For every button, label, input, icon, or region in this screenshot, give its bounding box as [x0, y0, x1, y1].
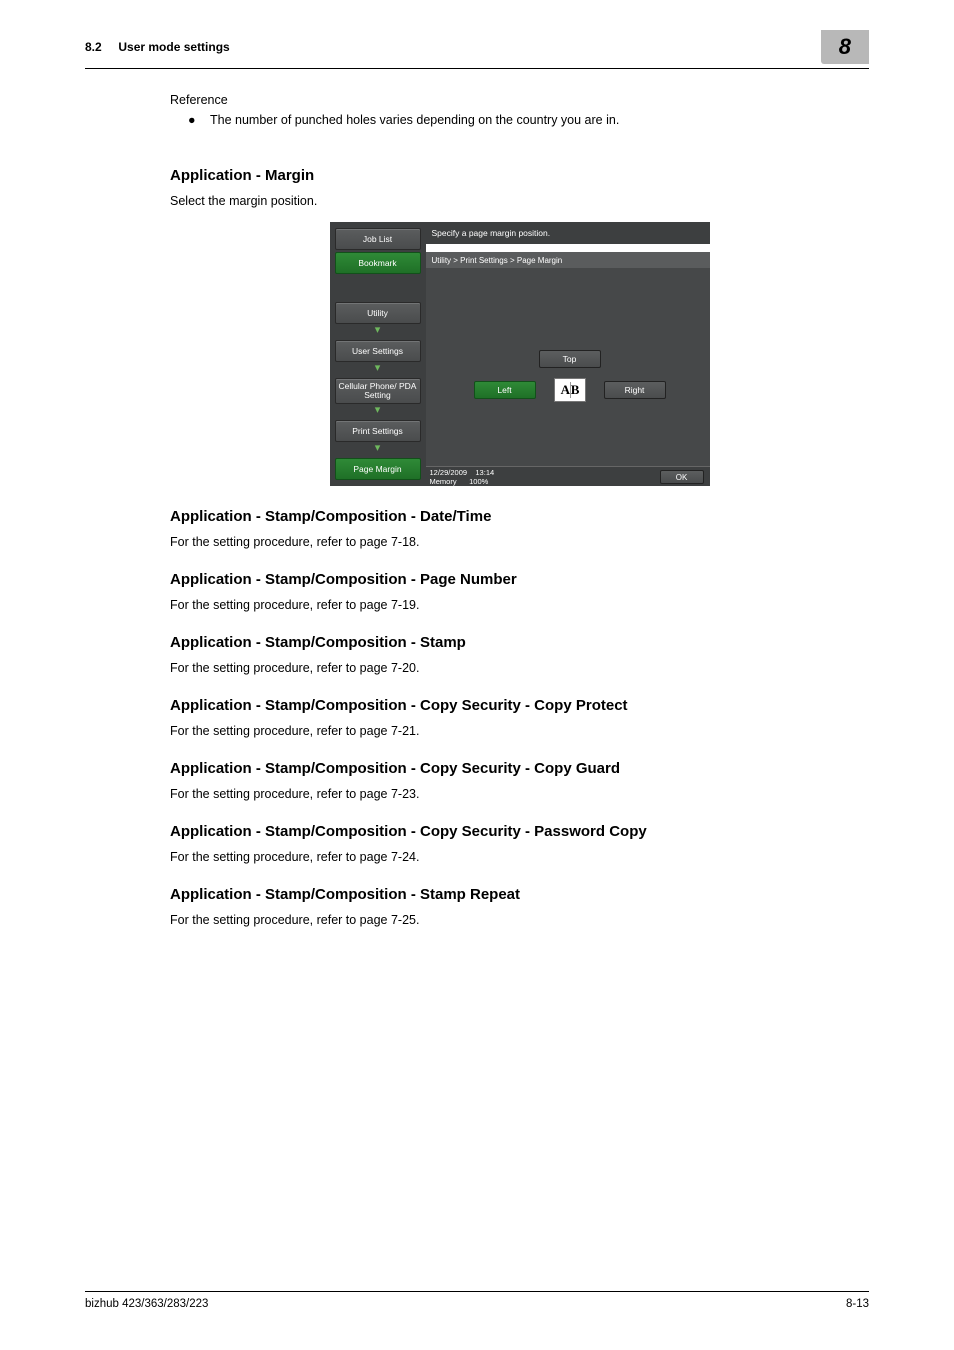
ui-status-bar: 12/29/2009 13:14 Memory 100% OK — [426, 466, 710, 486]
ui-instruction-bar: Specify a page margin position. — [426, 222, 710, 244]
chapter-number: 8 — [839, 34, 851, 59]
reference-bullet-row: ● The number of punched holes varies dep… — [188, 113, 869, 145]
body-passwordcopy: For the setting procedure, refer to page… — [170, 850, 869, 864]
heading-passwordcopy: Application - Stamp/Composition - Copy S… — [170, 823, 869, 840]
running-head-left: 8.2 User mode settings — [85, 40, 230, 54]
chapter-badge: 8 — [821, 30, 869, 64]
section-title: User mode settings — [118, 40, 229, 54]
section-application-margin: Application - Margin Select the margin p… — [170, 167, 869, 486]
nav-arrow-1: ▾ — [375, 326, 381, 338]
footer-rule — [85, 1291, 869, 1292]
body-copyprotect: For the setting procedure, refer to page… — [170, 724, 869, 738]
status-date-block: 12/29/2009 13:14 Memory 100% — [430, 468, 495, 486]
ui-nav-column: Job List Bookmark Utility ▾ User Setting… — [330, 222, 426, 486]
status-memory-label: Memory — [430, 477, 457, 486]
section-number: 8.2 — [85, 40, 102, 54]
reference-text: The number of punched holes varies depen… — [210, 113, 619, 127]
margin-preview-icon: A B — [554, 378, 586, 402]
ui-options-area: Top Left Right A B — [426, 268, 710, 466]
nav-job-list[interactable]: Job List — [335, 228, 421, 250]
nav-bookmark[interactable]: Bookmark — [335, 252, 421, 274]
heading-stamprepeat: Application - Stamp/Composition - Stamp … — [170, 886, 869, 903]
section-copyprotect: Application - Stamp/Composition - Copy S… — [170, 697, 869, 738]
heading-stamp: Application - Stamp/Composition - Stamp — [170, 634, 869, 651]
bullet-icon: ● — [188, 113, 210, 127]
ui-separator — [426, 244, 710, 252]
heading-pagenum: Application - Stamp/Composition - Page N… — [170, 571, 869, 588]
page-header: 8.2 User mode settings 8 — [0, 0, 954, 64]
section-stamp: Application - Stamp/Composition - Stamp … — [170, 634, 869, 675]
heading-copyguard: Application - Stamp/Composition - Copy S… — [170, 760, 869, 777]
body-stamprepeat: For the setting procedure, refer to page… — [170, 913, 869, 927]
footer-row: bizhub 423/363/283/223 8-13 — [85, 1298, 869, 1310]
reference-label: Reference — [170, 93, 869, 107]
body-margin: Select the margin position. — [170, 194, 869, 208]
ok-button[interactable]: OK — [660, 470, 704, 484]
nav-arrow-4: ▾ — [375, 444, 381, 456]
option-left[interactable]: Left — [474, 381, 536, 399]
nav-utility[interactable]: Utility — [335, 302, 421, 324]
nav-page-margin[interactable]: Page Margin — [335, 458, 421, 480]
heading-datetime: Application - Stamp/Composition - Date/T… — [170, 508, 869, 525]
device-ui-screenshot: Job List Bookmark Utility ▾ User Setting… — [330, 222, 710, 486]
option-top[interactable]: Top — [539, 350, 601, 368]
nav-print-settings[interactable]: Print Settings — [335, 420, 421, 442]
section-copyguard: Application - Stamp/Composition - Copy S… — [170, 760, 869, 801]
heading-margin: Application - Margin — [170, 167, 869, 184]
status-date: 12/29/2009 — [430, 468, 468, 477]
ui-main-column: Specify a page margin position. Utility … — [426, 222, 710, 486]
section-passwordcopy: Application - Stamp/Composition - Copy S… — [170, 823, 869, 864]
ui-breadcrumb: Utility > Print Settings > Page Margin — [426, 252, 710, 268]
nav-user-settings[interactable]: User Settings — [335, 340, 421, 362]
option-right[interactable]: Right — [604, 381, 666, 399]
nav-arrow-3: ▾ — [375, 406, 381, 418]
nav-arrow-2: ▾ — [375, 364, 381, 376]
heading-copyprotect: Application - Stamp/Composition - Copy S… — [170, 697, 869, 714]
body-pagenum: For the setting procedure, refer to page… — [170, 598, 869, 612]
footer-page-number: 8-13 — [846, 1298, 869, 1310]
body-copyguard: For the setting procedure, refer to page… — [170, 787, 869, 801]
section-datetime: Application - Stamp/Composition - Date/T… — [170, 508, 869, 549]
nav-cellular-pda[interactable]: Cellular Phone/ PDA Setting — [335, 378, 421, 404]
body-datetime: For the setting procedure, refer to page… — [170, 535, 869, 549]
footer-model: bizhub 423/363/283/223 — [85, 1298, 208, 1310]
page-content: Reference ● The number of punched holes … — [0, 69, 954, 927]
body-stamp: For the setting procedure, refer to page… — [170, 661, 869, 675]
page-footer: bizhub 423/363/283/223 8-13 — [85, 1291, 869, 1310]
section-stamprepeat: Application - Stamp/Composition - Stamp … — [170, 886, 869, 927]
section-pagenum: Application - Stamp/Composition - Page N… — [170, 571, 869, 612]
status-memory-value: 100% — [469, 477, 488, 486]
status-time: 13:14 — [475, 468, 494, 477]
